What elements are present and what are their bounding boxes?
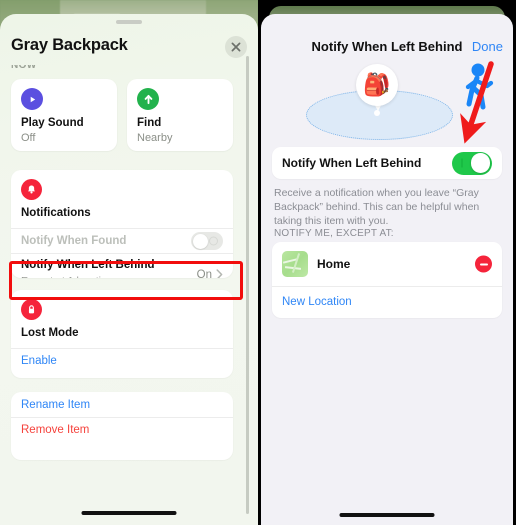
home-indicator [81, 511, 177, 515]
geofence-illustration: 🎒 [261, 60, 513, 140]
find-status: Nearby [137, 132, 173, 144]
notify-toggle-label: Notify When Left Behind [282, 156, 422, 170]
sheet-scroll-area[interactable]: Play Sound Off Find Nearby Notifications… [0, 70, 258, 525]
notify-toggle[interactable] [452, 151, 492, 175]
play-sound-label: Play Sound [21, 117, 84, 129]
minus-glyph [479, 263, 488, 265]
vertical-scrollbar[interactable] [246, 56, 249, 514]
home-indicator [339, 513, 435, 517]
notify-when-left-behind-sublabel: Except at 1 location [21, 275, 113, 278]
walking-person-icon [457, 62, 499, 117]
lost-mode-enable-row[interactable]: Enable [11, 348, 233, 373]
notify-when-left-behind-value-group: On [196, 268, 223, 279]
sheet-grabber-handle[interactable] [116, 20, 142, 24]
except-at-section-label: NOTIFY ME, EXCEPT AT: [274, 228, 394, 239]
notifications-title: Notifications [21, 207, 91, 219]
close-button[interactable] [225, 36, 247, 58]
close-icon [231, 42, 241, 52]
lost-mode-enable-label: Enable [21, 355, 57, 367]
new-location-label: New Location [282, 296, 352, 308]
location-row-home[interactable]: Home [272, 242, 502, 286]
item-detail-sheet: Gray Backpack NOW Play Sound Off Find Ne… [0, 14, 258, 525]
find-card[interactable]: Find Nearby [127, 79, 233, 151]
screenshot-root: Gray Backpack NOW Play Sound Off Find Ne… [0, 0, 516, 525]
thumb-road [291, 253, 301, 273]
notifications-group: Notifications Notify When Found Notify W… [11, 170, 233, 278]
toggle-knob [470, 153, 491, 173]
minus-circle-icon[interactable] [475, 255, 492, 273]
remove-item-row[interactable]: Remove Item [11, 417, 233, 442]
notify-description: Receive a notification when you leave “G… [274, 187, 480, 227]
find-arrow-icon [137, 88, 159, 110]
new-location-row[interactable]: New Location [272, 286, 502, 317]
play-sound-card[interactable]: Play Sound Off [11, 79, 117, 151]
toggle-off-dot [209, 236, 218, 246]
rename-item-row[interactable]: Rename Item [11, 392, 233, 417]
item-actions-group: Rename Item Remove Item [11, 392, 233, 460]
find-label: Find [137, 117, 162, 129]
toggle-on-bar [461, 158, 463, 168]
bell-icon [21, 179, 42, 200]
play-sound-status: Off [21, 132, 36, 144]
notify-when-left-behind-row[interactable]: Notify When Left Behind Except at 1 loca… [11, 253, 233, 278]
notify-when-left-behind-label: Notify When Left Behind [21, 259, 155, 271]
rename-item-label: Rename Item [21, 398, 91, 411]
lost-mode-group: Lost Mode Enable [11, 290, 233, 378]
lock-icon [21, 299, 42, 320]
notify-when-found-row: Notify When Found [11, 228, 233, 253]
play-sound-icon [21, 88, 43, 110]
lost-mode-header: Lost Mode [11, 290, 233, 348]
left-phone-panel: Gray Backpack NOW Play Sound Off Find Ne… [0, 0, 258, 525]
quick-actions-row: Play Sound Off Find Nearby [11, 79, 233, 151]
backpack-pin-icon: 🎒 [356, 64, 398, 106]
notify-when-left-behind-value: On [196, 268, 212, 279]
notify-when-found-toggle[interactable] [191, 232, 223, 250]
map-thumbnail-icon [282, 251, 308, 277]
notifications-header: Notifications [11, 170, 233, 228]
notify-when-found-label: Notify When Found [21, 235, 127, 247]
page-title: Gray Backpack [11, 36, 128, 54]
remove-item-label: Remove Item [21, 424, 90, 436]
right-phone-panel: Notify When Left Behind Done 🎒 Notify Wh… [258, 0, 516, 525]
notify-settings-sheet: Notify When Left Behind Done 🎒 Notify Wh… [261, 14, 513, 525]
toggle-knob [192, 233, 208, 249]
lost-mode-title: Lost Mode [21, 327, 79, 339]
locations-card: Home New Location [272, 242, 502, 318]
chevron-right-icon [216, 269, 223, 278]
notify-toggle-card[interactable]: Notify When Left Behind [272, 147, 502, 179]
location-name: Home [317, 257, 351, 271]
done-button[interactable]: Done [472, 39, 503, 54]
